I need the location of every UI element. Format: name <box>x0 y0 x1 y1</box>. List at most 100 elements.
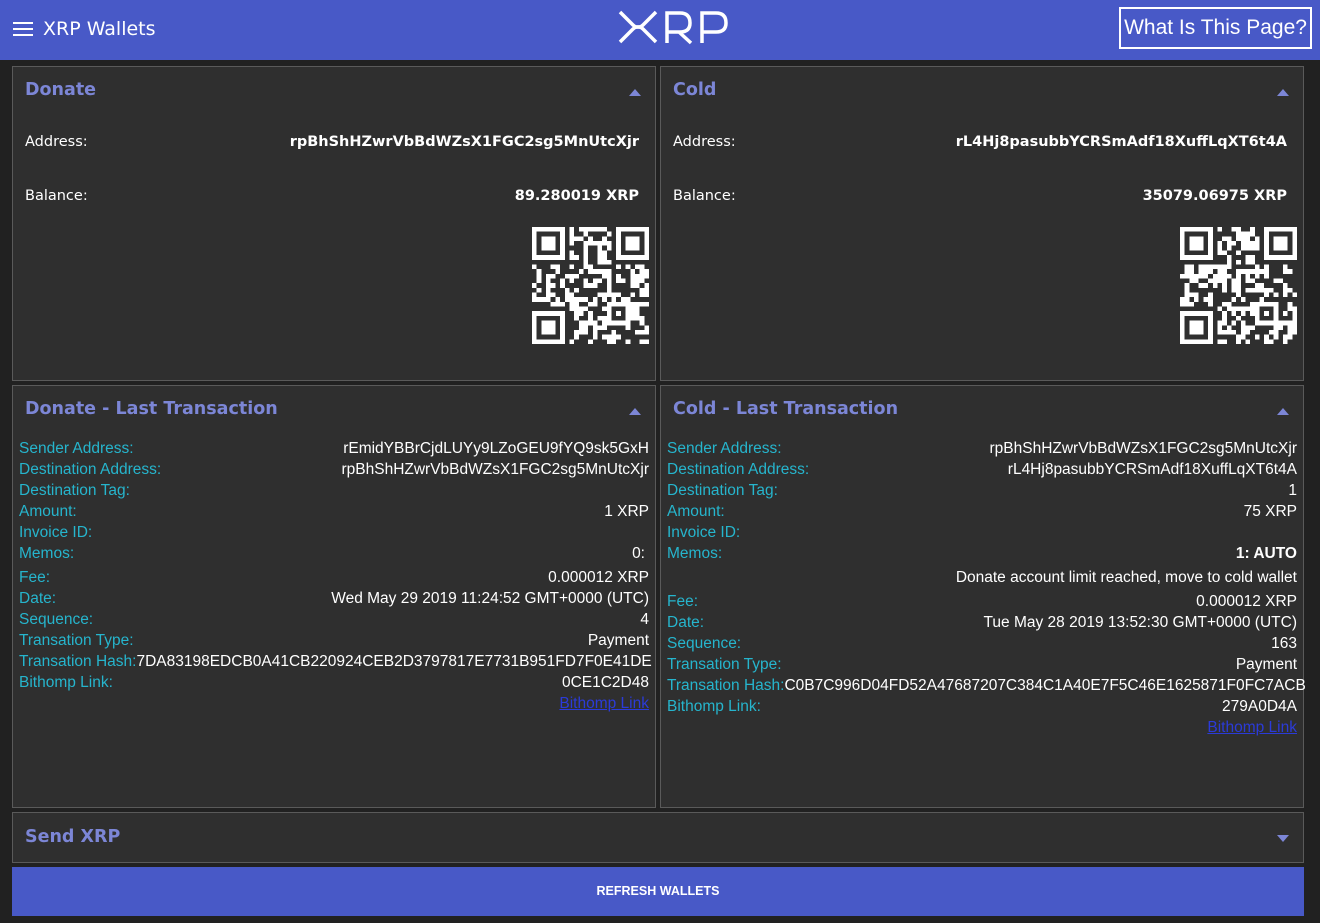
collapse-caret-icon[interactable] <box>1277 89 1289 96</box>
transaction-hash-cont: 0CE1C2D48 <box>561 674 649 691</box>
sequence: 4 <box>640 611 649 628</box>
transaction-type: Payment <box>587 632 649 649</box>
address-label: Address: <box>25 134 88 150</box>
hash-label: Transation Hash: <box>19 653 137 670</box>
expand-caret-icon[interactable] <box>1277 835 1289 842</box>
amount: 1 XRP <box>604 503 649 520</box>
wallet-panel-cold: Cold Address: rL4Hj8pasubbYCRSmAdf18Xuff… <box>660 66 1304 381</box>
sequence-label: Sequence: <box>19 611 94 628</box>
sequence-row: Sequence: 4 <box>19 611 649 632</box>
destination-address: rpBhShHZwrVbBdWZsX1FGC2sg5MnUtcXjr <box>341 461 650 478</box>
fee-label: Fee: <box>19 569 51 586</box>
invoice-row: Invoice ID: <box>19 524 649 545</box>
send-xrp-panel[interactable]: Send XRP <box>12 812 1304 863</box>
wallet-address: rL4Hj8pasubbYCRSmAdf18XuffLqXT6t4A <box>955 134 1287 150</box>
panel-title: Donate - Last Transaction <box>25 399 278 419</box>
hash-row: Transation Hash: C0B7C996D04FD52A47687207… <box>667 677 1306 698</box>
fee: 0.000012 XRP <box>1196 593 1297 610</box>
sequence-label: Sequence: <box>667 635 742 652</box>
date-row: Date: Wed May 29 2019 11:24:52 GMT+0000 (… <box>19 590 649 611</box>
what-is-this-page-button[interactable]: What Is This Page? <box>1119 7 1312 49</box>
fee-label: Fee: <box>667 593 699 610</box>
memo-head: 1: AUTO <box>1236 545 1297 563</box>
address-label: Address: <box>673 134 736 150</box>
destination-label: Destination Address: <box>667 461 810 478</box>
link-value-row: Bithomp Link <box>667 719 1297 740</box>
sender-row: Sender Address: rpBhShHZwrVbBdWZsX1FGC2sg… <box>667 440 1297 461</box>
app-title: XRP Wallets <box>43 18 156 40</box>
transaction-type: Payment <box>1235 656 1297 673</box>
app-header: XRP Wallets What Is This Page? <box>0 0 1320 60</box>
collapse-caret-icon[interactable] <box>629 408 641 415</box>
link-value-row: Bithomp Link <box>19 695 649 716</box>
destination-label: Destination Address: <box>19 461 162 478</box>
amount: 75 XRP <box>1243 503 1297 520</box>
link-label: Bithomp Link: <box>19 674 113 691</box>
amount-label: Amount: <box>667 503 725 520</box>
sequence-row: Sequence: 163 <box>667 635 1297 656</box>
wallet-panel-donate: Donate Address: rpBhShHZwrVbBdWZsX1FGC2s… <box>12 66 656 381</box>
qr-code <box>1180 227 1297 344</box>
amount-row: Amount: 1 XRP <box>19 503 649 524</box>
wallet-address: rpBhShHZwrVbBdWZsX1FGC2sg5MnUtcXjr <box>289 134 639 150</box>
sender-address: rEmidYBBrCjdLUYy9LZoGEU9fYQ9sk5GxH <box>343 440 649 457</box>
memo-head-text: 1: AUTO <box>1235 545 1297 562</box>
invoice-row: Invoice ID: <box>667 524 1297 545</box>
memo-head: 0: <box>632 545 649 563</box>
sender-label: Sender Address: <box>667 440 782 457</box>
collapse-caret-icon[interactable] <box>1277 408 1289 415</box>
bithomp-link-wrap: Bithomp Link <box>1207 719 1297 737</box>
sender-row: Sender Address: rEmidYBBrCjdLUYy9LZoGEU9f… <box>19 440 649 461</box>
invoice-label: Invoice ID: <box>667 524 741 541</box>
wallet-balance: 35079.06975 XRP <box>1142 188 1287 204</box>
refresh-wallets-button[interactable]: REFRESH WALLETS <box>12 867 1304 916</box>
wallet-balance: 89.280019 XRP <box>514 188 639 204</box>
fee-row: Fee: 0.000012 XRP <box>19 569 649 590</box>
transaction-hash: C0B7C996D04FD52A47687207C384C1A40E7F5C46… <box>784 677 1306 694</box>
transaction-details: Sender Address: rpBhShHZwrVbBdWZsX1FGC2sg… <box>667 440 1306 740</box>
sender-address: rpBhShHZwrVbBdWZsX1FGC2sg5MnUtcXjr <box>989 440 1298 457</box>
type-row: Transation Type: Payment <box>19 632 649 653</box>
date: Wed May 29 2019 11:24:52 GMT+0000 (UTC) <box>331 590 649 607</box>
panel-title: Send XRP <box>25 827 121 847</box>
sender-label: Sender Address: <box>19 440 134 457</box>
amount-row: Amount: 75 XRP <box>667 503 1297 524</box>
memos-row: Memos: 1: AUTO <box>667 545 1297 569</box>
destination-tag-label: Destination Tag: <box>19 482 130 499</box>
panel-title: Cold - Last Transaction <box>673 399 899 419</box>
destination-row: Destination Address: rpBhShHZwrVbBdWZsX1F… <box>19 461 649 482</box>
memos-label: Memos: <box>19 545 75 562</box>
bithomp-link[interactable]: Bithomp Link <box>1207 719 1297 736</box>
memo-text-row: Donate account limit reached, move to co… <box>667 569 1297 593</box>
destination-tag: 1 <box>1288 482 1297 499</box>
memo-text: Donate account limit reached, move to co… <box>955 569 1297 586</box>
panel-title: Donate <box>25 80 97 100</box>
menu-icon[interactable] <box>13 22 33 38</box>
sequence: 163 <box>1271 635 1297 652</box>
hash-row: Transation Hash: 7DA83198EDCB0A41CB220924… <box>19 653 652 674</box>
collapse-caret-icon[interactable] <box>629 89 641 96</box>
balance-label: Balance: <box>25 188 88 204</box>
qr-code <box>532 227 649 344</box>
invoice-label: Invoice ID: <box>19 524 93 541</box>
xrp-logo <box>618 10 728 45</box>
panel-title: Cold <box>673 80 717 100</box>
balance-label: Balance: <box>673 188 736 204</box>
transaction-hash-cont: 279A0D4A <box>1222 698 1297 715</box>
memo-head-text: 0: <box>632 545 645 562</box>
transaction-details: Sender Address: rEmidYBBrCjdLUYy9LZoGEU9f… <box>19 440 652 716</box>
destination-tag-label: Destination Tag: <box>667 482 778 499</box>
destination-tag-row: Destination Tag: 1 <box>667 482 1297 503</box>
transaction-panel-cold: Cold - Last Transaction Sender Address: r… <box>660 385 1306 808</box>
link-row: Bithomp Link: 0CE1C2D48 <box>19 674 649 695</box>
date-row: Date: Tue May 28 2019 13:52:30 GMT+0000 (… <box>667 614 1297 635</box>
transaction-hash: 7DA83198EDCB0A41CB220924CEB2D3797817E773… <box>136 653 652 670</box>
memos-label: Memos: <box>667 545 723 562</box>
link-row: Bithomp Link: 279A0D4A <box>667 698 1297 719</box>
transaction-panel-donate: Donate - Last Transaction Sender Address… <box>12 385 656 808</box>
type-label: Transation Type: <box>667 656 782 673</box>
fee: 0.000012 XRP <box>548 569 649 586</box>
type-label: Transation Type: <box>19 632 134 649</box>
hash-label: Transation Hash: <box>667 677 785 694</box>
bithomp-link[interactable]: Bithomp Link <box>559 695 649 712</box>
